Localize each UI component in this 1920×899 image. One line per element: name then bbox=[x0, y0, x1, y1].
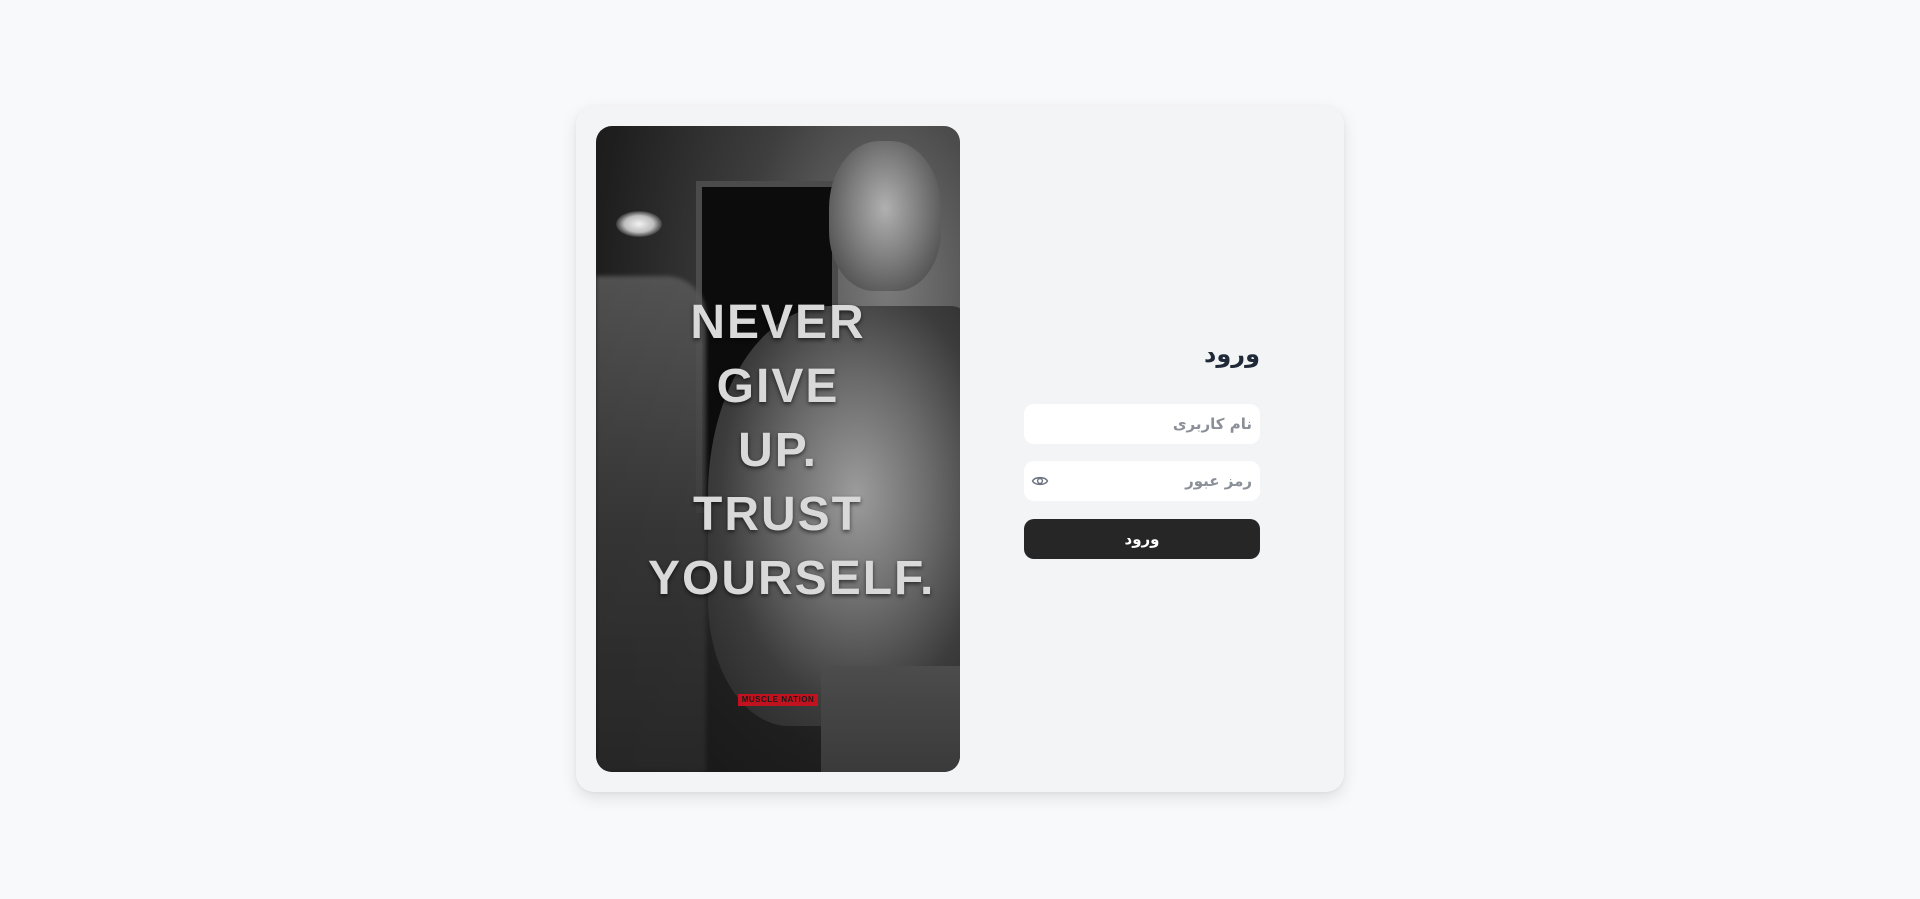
hero-quote-line: YOURSELF. bbox=[648, 552, 936, 605]
hero-background-lamp bbox=[616, 211, 662, 237]
hero-quote-line: TRUST bbox=[693, 488, 863, 541]
page-title: ورود bbox=[1204, 340, 1260, 368]
hero-bodybuilder-head bbox=[829, 141, 941, 291]
password-field-wrapper bbox=[1024, 461, 1260, 501]
hero-brand-badge: MUSCLE NATION bbox=[738, 694, 818, 706]
username-input[interactable] bbox=[1024, 404, 1260, 444]
hero-bodybuilder-shorts bbox=[821, 666, 960, 772]
hero-quote-line: NEVER bbox=[690, 296, 866, 349]
hero-quote-line: UP. bbox=[738, 424, 818, 477]
login-card: NEVER GIVE UP. TRUST YOURSELF. MUSCLE NA… bbox=[576, 106, 1344, 792]
eye-icon[interactable] bbox=[1031, 473, 1049, 489]
password-input[interactable] bbox=[1024, 461, 1260, 501]
login-button[interactable]: ورود bbox=[1024, 519, 1260, 559]
hero-image: NEVER GIVE UP. TRUST YOURSELF. MUSCLE NA… bbox=[596, 126, 960, 772]
username-field-wrapper bbox=[1024, 404, 1260, 444]
hero-quote: NEVER GIVE UP. TRUST YOURSELF. bbox=[648, 291, 936, 611]
login-form: ورود ورود bbox=[1024, 106, 1260, 792]
hero-quote-line: GIVE bbox=[716, 360, 840, 413]
